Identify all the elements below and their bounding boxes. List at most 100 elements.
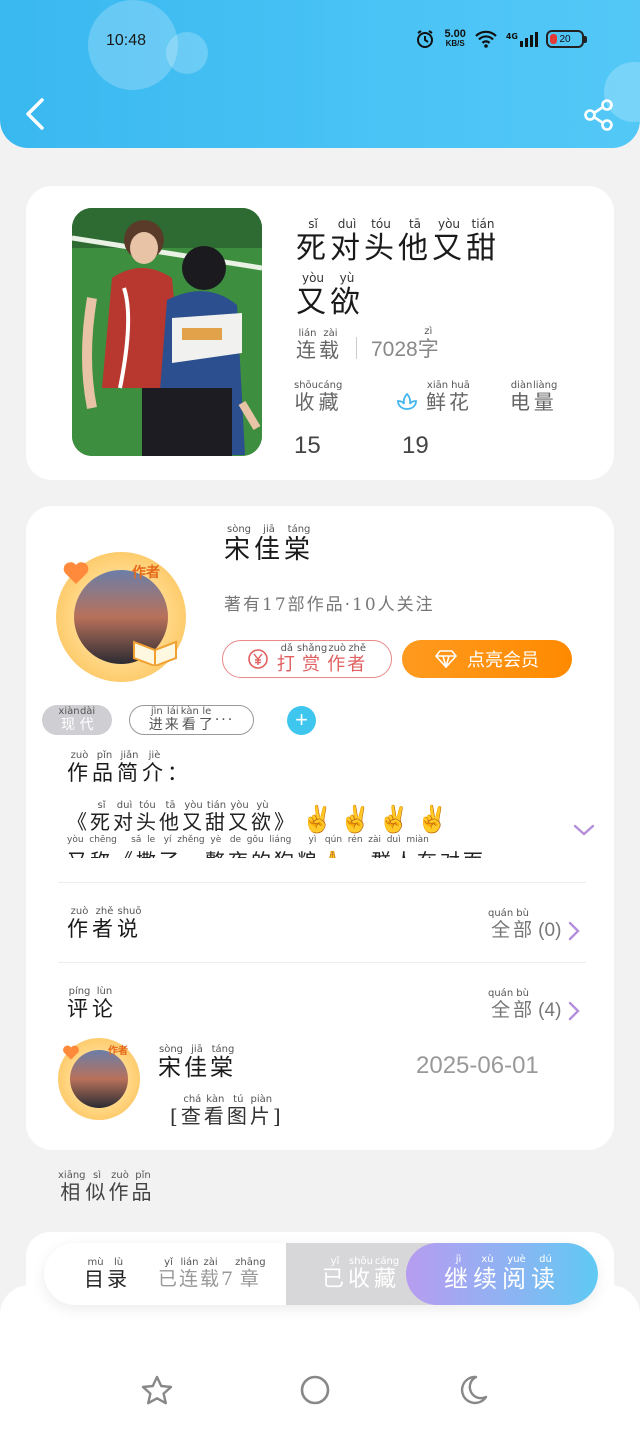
- word-count: 7028字zì: [371, 326, 439, 361]
- book-icon: [133, 640, 177, 666]
- ruby-char: 又yòu: [228, 800, 251, 834]
- ruby-char: 佳jiā: [254, 524, 285, 565]
- tag-genre[interactable]: 现xiàn 代dài: [42, 705, 112, 735]
- book-title-line2: 又yòu欲yù: [296, 271, 586, 324]
- ruby-char: 似sì: [85, 1170, 109, 1204]
- ruby-char: 对duì: [330, 217, 364, 266]
- intro-text: 《死sǐ对duì头tóu他tā又yòu甜tián又yòu欲yù》 ✌✌✌✌ yò…: [67, 800, 511, 858]
- comments-heading: 评píng论lùn: [67, 986, 117, 1023]
- star-icon[interactable]: [140, 1374, 174, 1408]
- ruby-char: 了le: [198, 706, 215, 733]
- chevron-right-icon: [569, 921, 581, 941]
- ruby-char: 品pǐn: [131, 1170, 155, 1204]
- moon-icon[interactable]: [456, 1373, 490, 1407]
- ruby-char: 录lù: [107, 1257, 130, 1291]
- tip-author-button[interactable]: 打dǎ赏shǎng作zuò者zhě: [222, 640, 392, 678]
- ruby-char: 已yǐ: [158, 1257, 180, 1290]
- top-header: 10:48 5.00 KB/S 4G 20: [0, 0, 640, 148]
- ruby-char: 载zài: [200, 1257, 222, 1290]
- ruby-char: 现xiàn: [58, 706, 80, 733]
- back-icon[interactable]: [22, 96, 48, 132]
- ruby-char: 目mù: [84, 1257, 107, 1291]
- circle-icon[interactable]: [298, 1373, 332, 1407]
- ruby-char: ：: [167, 761, 192, 785]
- ruby-char: 看kàn: [180, 706, 199, 733]
- ruby-char: 头tóu: [136, 800, 159, 834]
- ruby-char: 藏cáng: [318, 380, 343, 414]
- ruby-char: 又yòu: [182, 800, 205, 834]
- author-says-heading: 作zuò者zhě说shuō: [67, 906, 142, 943]
- ruby-char: 读dú: [531, 1254, 560, 1293]
- ruby-char: 又yòu: [432, 217, 466, 266]
- ruby-char: 宋sòng: [224, 524, 255, 565]
- author-badge: 作者: [132, 565, 160, 581]
- ruby-char: [: [170, 1104, 181, 1128]
- ruby-char: 他tā: [398, 217, 432, 266]
- ruby-char: 论lùn: [92, 986, 117, 1021]
- stat-label-power: 电diàn量liàng: [510, 380, 557, 415]
- author-avatar[interactable]: 作者: [56, 552, 186, 682]
- book-stats: 收shōu藏cáng 鲜xiān花huā 电diàn量liàng 15 19: [294, 380, 584, 460]
- ruby-char: 他tā: [159, 800, 182, 834]
- action-bar: 目mù录lù 已yǐ连lián载zài7章zhāng 已yǐ 收shōu 藏cáng…: [44, 1243, 598, 1305]
- ruby-char: 作zuò: [108, 1170, 132, 1204]
- comment-author[interactable]: 宋sòng佳jiā棠táng: [158, 1044, 236, 1082]
- book-title: 死sǐ对duì头tóu他tā又yòu甜tián 又yòu欲yù: [296, 217, 586, 324]
- ruby-char: 进jìn: [148, 706, 165, 733]
- ruby-char: 相xiāng: [58, 1170, 86, 1204]
- ruby-char: 看kàn: [203, 1094, 227, 1128]
- ruby-char: 连lián: [296, 328, 319, 362]
- ruby-char: 欲yù: [330, 271, 364, 320]
- stat-value-favorites: 15: [294, 432, 321, 459]
- vip-button[interactable]: 点亮会员: [402, 640, 572, 678]
- ruby-char: 电diàn: [510, 380, 533, 414]
- ruby-char: 欲yù: [251, 800, 274, 834]
- divider: [58, 882, 586, 883]
- comments-more[interactable]: 全quán部bù (4): [488, 988, 581, 1022]
- comment-avatar[interactable]: 作者: [58, 1038, 140, 1120]
- book-cover-image[interactable]: [72, 208, 262, 456]
- ruby-char: 7: [221, 1268, 236, 1290]
- ruby-char: 花huā: [449, 380, 472, 414]
- signal-icon: 4G: [506, 31, 538, 47]
- ruby-char: 连lián: [179, 1257, 201, 1290]
- add-tag-button[interactable]: +: [287, 706, 316, 735]
- intro-heading: 作zuò品pǐn简jiǎn介jiè：: [67, 750, 192, 787]
- author-name[interactable]: 宋sòng佳jiā棠táng: [224, 524, 314, 566]
- ruby-char: 全quán: [488, 988, 514, 1021]
- comment-date: 2025-06-01: [416, 1052, 539, 1079]
- bottom-panel: [0, 1285, 640, 1429]
- ruby-char: 载zài: [319, 328, 342, 362]
- ruby-char: 《: [67, 810, 90, 834]
- heart-icon: [63, 562, 89, 584]
- expand-chevron-icon[interactable]: [572, 822, 596, 838]
- chevron-right-icon: [569, 1001, 581, 1021]
- share-icon[interactable]: [582, 98, 616, 132]
- ruby-char: 打dǎ: [276, 642, 297, 675]
- ruby-char: 代dài: [79, 706, 96, 733]
- continue-reading-button[interactable]: 继jì 续xù 阅yuè 读dú: [406, 1243, 598, 1305]
- ruby-char: 棠táng: [284, 524, 315, 565]
- serial-status: 连lián载zài: [296, 328, 342, 363]
- battery-icon: 20: [546, 30, 587, 48]
- ruby-char: 查chá: [180, 1094, 204, 1128]
- ruby-char: 宋sòng: [158, 1044, 184, 1081]
- comment-author-badge: 作者: [108, 1046, 128, 1057]
- ruby-char: 已yǐ: [321, 1255, 348, 1292]
- comment-content[interactable]: [查chá看kàn图tú片piàn]: [170, 1094, 284, 1129]
- chapter-count: 已yǐ连lián载zài7章zhāng: [158, 1257, 266, 1291]
- tag-views[interactable]: 进jìn 来lái 看kàn 了le ···: [129, 705, 254, 735]
- ruby-char: 对duì: [113, 800, 136, 834]
- ruby-char: 说shuō: [117, 906, 142, 941]
- ruby-char: 死sǐ: [90, 800, 113, 834]
- toc-button[interactable]: 目mù录lù: [84, 1257, 130, 1292]
- author-says-more[interactable]: 全quán部bù (0): [488, 908, 581, 942]
- yuan-icon: [248, 649, 268, 669]
- wifi-icon: [475, 30, 497, 48]
- similar-heading: 相xiāng似sì作zuò品pǐn: [58, 1170, 155, 1205]
- ruby-char: 品pǐn: [92, 750, 117, 785]
- ruby-char: 又yòu: [296, 271, 330, 320]
- ruby-char: 收shōu: [294, 380, 319, 414]
- ruby-char: 介jiè: [142, 750, 167, 785]
- ruby-char: 部bù: [513, 988, 533, 1021]
